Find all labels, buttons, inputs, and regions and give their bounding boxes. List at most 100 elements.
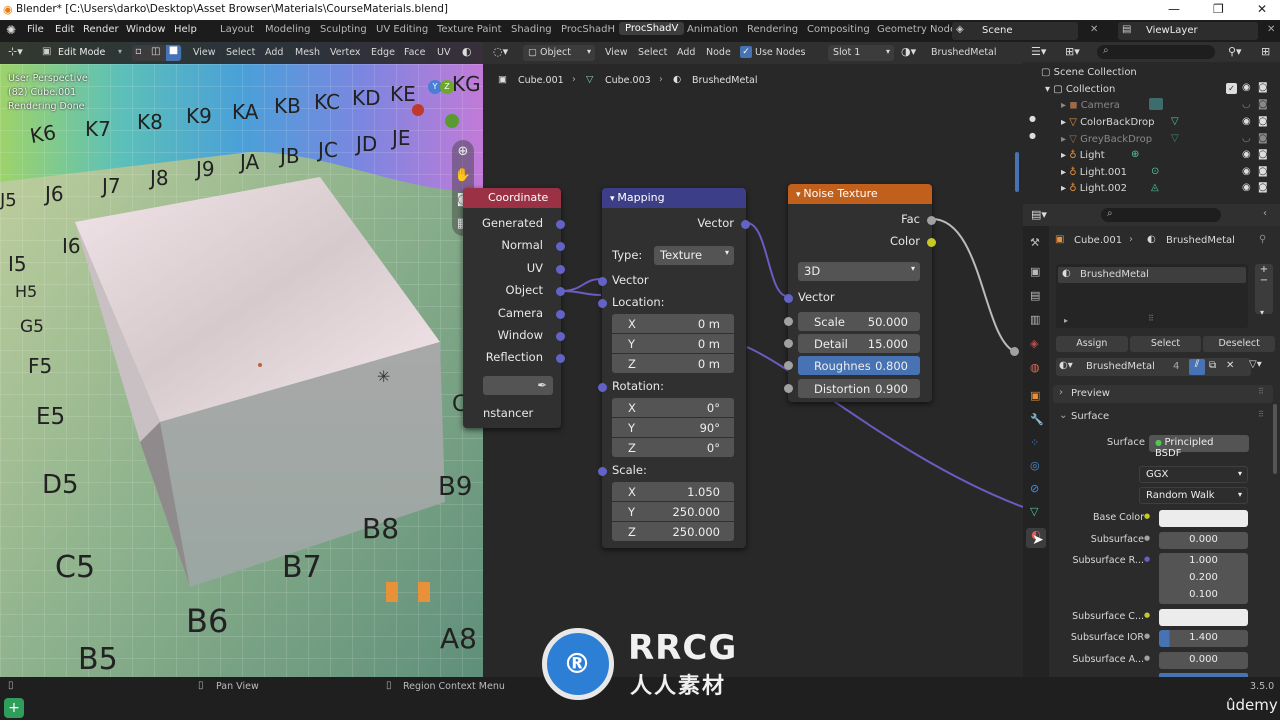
drag-grip-icon[interactable]: ⠿ <box>1258 410 1264 419</box>
add-icon[interactable]: + <box>4 698 24 718</box>
light-data-icon[interactable]: ⊕ <box>1131 149 1139 160</box>
slot-dropdown[interactable]: Slot 1 ▾ <box>828 45 894 61</box>
socket-vector-out[interactable] <box>741 220 750 229</box>
visibility-eye-icon[interactable]: ◉ <box>1242 82 1251 93</box>
gizmo-neg-z-icon[interactable] <box>445 114 459 128</box>
menu-add[interactable]: Add <box>677 47 695 58</box>
node-editor-scrollbar[interactable] <box>1015 152 1019 192</box>
socket-object[interactable] <box>556 287 565 296</box>
socket-location[interactable] <box>598 299 607 308</box>
surface-panel-header[interactable]: ⌄ Surface ⠿ <box>1053 408 1273 426</box>
object-dropdown[interactable]: ▢ Object ▾ <box>523 45 595 61</box>
render-camera-icon[interactable]: ◙ <box>1258 82 1268 93</box>
zoom-icon[interactable]: ⊕ <box>452 140 474 164</box>
menu-render[interactable]: Render <box>83 24 119 35</box>
outliner-row-light[interactable]: ▸ ♁ Light <box>1061 150 1105 161</box>
tab-geometry-nodes[interactable]: Geometry Node <box>877 24 956 35</box>
node-header[interactable]: Coordinate <box>463 188 561 208</box>
remove-slot-icon[interactable]: − <box>1255 275 1273 286</box>
subsurface-radius-z-field[interactable]: 0.100 <box>1159 587 1248 604</box>
location-x-field[interactable]: X 0 m <box>612 314 734 333</box>
rotation-z-field[interactable]: Z 0° <box>612 438 734 457</box>
location-y-field[interactable]: Y 0 m <box>612 334 734 353</box>
visibility-eye-icon[interactable]: ◉ <box>1242 182 1251 193</box>
socket-window[interactable] <box>556 332 565 341</box>
outliner-row-collection[interactable]: ▾ ▢ Collection <box>1045 84 1115 95</box>
pan-hand-icon[interactable]: ✋ <box>452 164 474 188</box>
mode-dropdown[interactable]: Edit Mode <box>58 47 105 58</box>
expand-icon[interactable]: ▸ <box>1061 117 1069 128</box>
distribution-dropdown[interactable]: GGX ▾ <box>1139 466 1248 483</box>
scene-tab-icon[interactable]: ◈ <box>1030 337 1038 350</box>
menu-select[interactable]: Select <box>226 47 255 58</box>
socket-normal[interactable] <box>556 242 565 251</box>
detail-field[interactable]: Detail 15.000 <box>798 334 920 353</box>
properties-scrollbar[interactable] <box>1273 404 1277 474</box>
socket-detail[interactable] <box>784 339 793 348</box>
outliner-type-icon[interactable]: ☰▾ <box>1031 45 1046 58</box>
menu-face[interactable]: Face <box>404 47 425 58</box>
navigation-gizmo[interactable]: Y Z <box>412 74 468 134</box>
maximize-icon[interactable]: ❐ <box>1213 2 1224 16</box>
socket-dot-icon[interactable]: ● <box>1144 611 1150 619</box>
location-z-field[interactable]: Z 0 m <box>612 354 734 373</box>
socket-rotation[interactable] <box>598 383 607 392</box>
select-button[interactable]: Select <box>1129 336 1202 352</box>
menu-add[interactable]: Add <box>265 47 283 58</box>
material-name[interactable]: BrushedMetal <box>931 47 997 58</box>
tab-modeling[interactable]: Modeling <box>265 24 311 35</box>
render-camera-icon[interactable]: ◙ <box>1258 149 1268 160</box>
distortion-field[interactable]: Distortion 0.900 <box>798 379 920 398</box>
socket-uv[interactable] <box>556 265 565 274</box>
mesh-data-icon[interactable]: ▽ <box>1171 133 1179 144</box>
subsurface-radius-x-field[interactable]: 1.000 <box>1159 553 1248 570</box>
assign-button[interactable]: Assign <box>1056 336 1128 352</box>
socket-vector-in[interactable] <box>598 277 607 286</box>
menu-edit[interactable]: Edit <box>55 24 74 35</box>
light-data-icon[interactable]: ⊙ <box>1151 166 1159 177</box>
properties-search-input[interactable]: ⌕ <box>1101 208 1221 222</box>
subsurface-anisotropy-field[interactable]: 0.000 <box>1159 652 1248 669</box>
output-tab-icon[interactable]: ▤ <box>1030 289 1040 302</box>
texture-coordinate-node[interactable]: Coordinate Generated Normal UV Object Ca… <box>463 188 565 428</box>
socket-vector-in[interactable] <box>784 294 793 303</box>
node-editor[interactable]: Coordinate Generated Normal UV Object Ca… <box>463 42 1023 677</box>
subsurface-color-swatch[interactable] <box>1159 609 1248 626</box>
surface-shader-field[interactable]: ● Principled BSDF <box>1149 435 1249 459</box>
menu-vertex[interactable]: Vertex <box>330 47 361 58</box>
render-camera-icon[interactable]: ◙ <box>1258 116 1268 127</box>
socket-dot-icon[interactable]: ● <box>1144 654 1150 662</box>
gizmo-z-icon[interactable]: Z <box>440 80 454 94</box>
duplicate-icon[interactable]: ⧉ <box>1209 360 1216 371</box>
mapping-node[interactable]: ▾ Mapping Vector Type: Texture ▾ Vector L… <box>598 188 750 548</box>
expand-icon[interactable]: ▸ <box>1061 183 1069 194</box>
socket-scale[interactable] <box>784 317 793 326</box>
outliner-row-scene-collection[interactable]: ▢ Scene Collection <box>1041 67 1137 78</box>
expand-list-icon[interactable]: ▸ <box>1064 316 1068 325</box>
socket-camera[interactable] <box>556 310 565 319</box>
scale-field[interactable]: Scale 50.000 <box>798 312 920 331</box>
material-slot-row[interactable]: ◐ BrushedMetal <box>1058 267 1246 283</box>
minimize-icon[interactable]: — <box>1168 2 1180 16</box>
menu-node[interactable]: Node <box>706 47 731 58</box>
edge-select-icon[interactable]: ◫ <box>151 46 160 57</box>
instancer-checkbox-label[interactable]: nstancer <box>483 406 533 420</box>
outliner-row-light-001[interactable]: ▸ ♁ Light.001 <box>1061 167 1127 178</box>
gizmo-x-icon[interactable] <box>412 104 424 116</box>
modifier-tab-icon[interactable]: 🔧 <box>1030 413 1044 426</box>
tab-rendering[interactable]: Rendering <box>747 24 798 35</box>
socket-dot-icon[interactable]: ● <box>1144 555 1150 563</box>
subsurface-method-dropdown[interactable]: Random Walk ▾ <box>1139 487 1248 504</box>
outliner-row-colorbackdrop[interactable]: ▸ ▽ ColorBackDrop <box>1061 117 1155 128</box>
menu-edge[interactable]: Edge <box>371 47 395 58</box>
fake-user-icon[interactable]: ⫽ <box>1189 359 1205 375</box>
socket-dot-icon[interactable]: ● <box>1144 632 1150 640</box>
add-slot-icon[interactable]: + <box>1255 264 1273 275</box>
preview-panel-header[interactable]: › Preview ⠿ <box>1053 385 1273 403</box>
socket-distortion[interactable] <box>784 384 793 393</box>
editor-type-icon[interactable]: ◌▾ <box>493 45 508 58</box>
tool-tab-icon[interactable]: ⚒ <box>1030 236 1040 249</box>
rotation-y-field[interactable]: Y 90° <box>612 418 734 437</box>
material-browse-icon[interactable]: ◑▾ <box>901 45 916 58</box>
menu-uv[interactable]: UV <box>437 47 450 58</box>
